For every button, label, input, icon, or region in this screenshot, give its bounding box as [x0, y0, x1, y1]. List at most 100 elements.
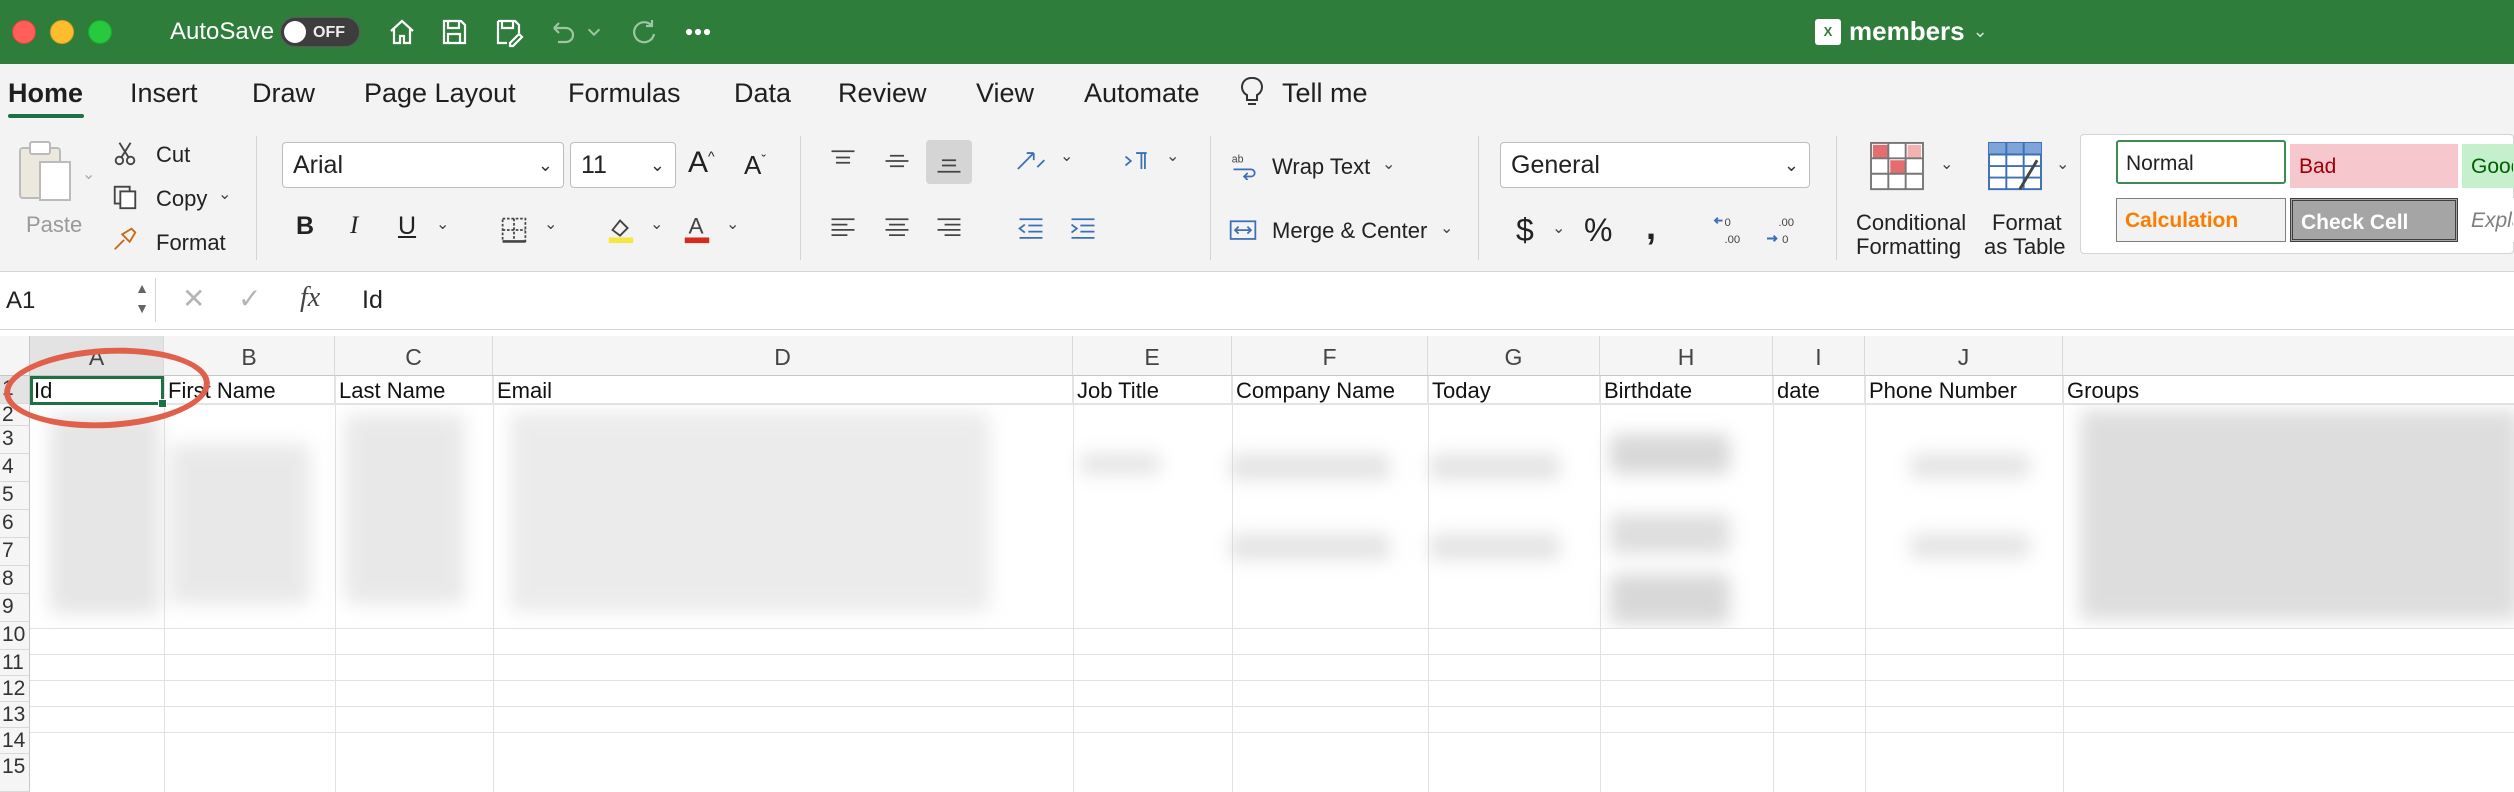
style-bad[interactable]: Bad [2290, 144, 2458, 188]
name-box-up-icon[interactable]: ▲ [135, 280, 149, 296]
confirm-edit-icon[interactable]: ✓ [238, 282, 261, 315]
tell-me-search[interactable]: Tell me [1282, 78, 1368, 109]
underline-dropdown-icon[interactable]: ⌄ [436, 214, 449, 234]
copy-icon[interactable] [110, 182, 140, 212]
row-header-4[interactable]: 4 [0, 454, 30, 482]
undo-icon[interactable] [544, 14, 580, 50]
row-header-8[interactable]: 8 [0, 566, 30, 594]
font-color-icon[interactable]: A [680, 212, 714, 246]
row-header-5[interactable]: 5 [0, 482, 30, 510]
paste-icon[interactable] [14, 138, 76, 204]
column-header-j[interactable]: J [1865, 336, 2063, 376]
row-header-7[interactable]: 7 [0, 538, 30, 566]
autosave-toggle[interactable]: OFF [280, 17, 360, 47]
text-direction-icon[interactable] [1120, 144, 1154, 178]
underline-button[interactable]: U [398, 212, 416, 241]
cell-d1[interactable]: Email [493, 376, 1073, 404]
column-header-k[interactable] [2063, 336, 2514, 376]
conditional-formatting-label-1[interactable]: Conditional [1856, 210, 1966, 236]
save-as-icon[interactable] [490, 14, 526, 50]
increase-decimal-icon[interactable]: 0.00 [1712, 212, 1752, 248]
format-painter-button[interactable]: Format [156, 230, 226, 256]
italic-button[interactable]: I [350, 212, 358, 240]
tab-page-layout[interactable]: Page Layout [364, 78, 516, 109]
tab-view[interactable]: View [976, 78, 1034, 109]
row-header-11[interactable]: 11 [0, 650, 30, 676]
decrease-font-size-icon[interactable]: Aˇ [744, 150, 766, 181]
font-size-dropdown[interactable]: 11 ⌄ [570, 142, 676, 188]
column-header-e[interactable]: E [1073, 336, 1232, 376]
borders-dropdown-icon[interactable]: ⌄ [544, 214, 557, 234]
tab-insert[interactable]: Insert [130, 78, 198, 109]
align-center-icon[interactable] [880, 212, 914, 246]
align-bottom-icon[interactable] [926, 140, 972, 184]
column-header-i[interactable]: I [1773, 336, 1865, 376]
increase-indent-icon[interactable] [1066, 212, 1100, 246]
font-color-dropdown-icon[interactable]: ⌄ [726, 214, 739, 234]
wrap-text-icon[interactable]: ab [1228, 148, 1262, 182]
save-icon[interactable] [436, 14, 472, 50]
row-header-6[interactable]: 6 [0, 510, 30, 538]
column-header-c[interactable]: C [335, 336, 493, 376]
tab-automate[interactable]: Automate [1084, 78, 1200, 109]
cell-k1[interactable]: Groups [2063, 376, 2514, 404]
style-explanatory[interactable]: Explanatory [2462, 198, 2514, 242]
percent-button[interactable]: % [1584, 212, 1612, 249]
cancel-edit-icon[interactable]: ✕ [182, 282, 205, 315]
align-right-icon[interactable] [932, 212, 966, 246]
more-options-icon[interactable] [680, 14, 716, 50]
wrap-text-dropdown-icon[interactable]: ⌄ [1382, 154, 1395, 174]
style-calculation[interactable]: Calculation [2116, 198, 2286, 242]
undo-dropdown-icon[interactable] [584, 14, 604, 50]
orientation-dropdown-icon[interactable]: ⌄ [1060, 146, 1073, 166]
align-middle-icon[interactable] [880, 144, 914, 178]
zoom-window-button[interactable] [88, 20, 112, 44]
tab-review[interactable]: Review [838, 78, 927, 109]
minimize-window-button[interactable] [50, 20, 74, 44]
decrease-decimal-icon[interactable]: .00 0 [1764, 212, 1804, 248]
close-window-button[interactable] [12, 20, 36, 44]
row-header-12[interactable]: 12 [0, 676, 30, 702]
style-check-cell[interactable]: Check Cell [2290, 198, 2458, 242]
orientation-icon[interactable] [1012, 144, 1052, 178]
style-good[interactable]: Good [2462, 144, 2514, 188]
borders-icon[interactable] [498, 214, 530, 246]
format-painter-icon[interactable] [110, 224, 140, 254]
copy-dropdown-icon[interactable]: ⌄ [218, 184, 231, 204]
number-format-dropdown[interactable]: General ⌄ [1500, 142, 1810, 188]
row-header-9[interactable]: 9 [0, 594, 30, 622]
row-header-14[interactable]: 14 [0, 728, 30, 754]
format-as-table-label-2[interactable]: as Table [1984, 234, 2066, 260]
cell-c1[interactable]: Last Name [335, 376, 493, 404]
cell-h1[interactable]: Birthdate [1600, 376, 1773, 404]
insert-function-icon[interactable]: fx [300, 282, 320, 314]
scissors-icon[interactable] [110, 138, 140, 168]
currency-dropdown-icon[interactable]: ⌄ [1552, 218, 1565, 238]
column-header-f[interactable]: F [1232, 336, 1428, 376]
align-left-icon[interactable] [826, 212, 860, 246]
format-as-table-dropdown-icon[interactable]: ⌄ [2056, 154, 2069, 174]
row-header-13[interactable]: 13 [0, 702, 30, 728]
align-top-icon[interactable] [826, 144, 860, 178]
tab-draw[interactable]: Draw [252, 78, 315, 109]
fill-color-icon[interactable] [604, 212, 638, 246]
copy-button[interactable]: Copy [156, 186, 207, 212]
cut-button[interactable]: Cut [156, 142, 190, 168]
column-header-h[interactable]: H [1600, 336, 1773, 376]
cell-j1[interactable]: Phone Number [1865, 376, 2063, 404]
font-name-dropdown[interactable]: Arial ⌄ [282, 142, 564, 188]
column-header-d[interactable]: D [493, 336, 1073, 376]
decrease-indent-icon[interactable] [1014, 212, 1048, 246]
row-header-3[interactable]: 3 [0, 426, 30, 454]
redo-icon[interactable] [626, 14, 662, 50]
cell-f1[interactable]: Company Name [1232, 376, 1428, 404]
name-box-down-icon[interactable]: ▼ [135, 300, 149, 316]
paste-dropdown-icon[interactable]: ⌄ [82, 164, 95, 184]
merge-center-icon[interactable] [1226, 214, 1260, 248]
cell-i1[interactable]: date [1773, 376, 1865, 404]
text-direction-dropdown-icon[interactable]: ⌄ [1166, 146, 1179, 166]
row-header-10[interactable]: 10 [0, 622, 30, 650]
style-normal[interactable]: Normal [2116, 140, 2286, 184]
conditional-formatting-icon[interactable] [1868, 140, 1926, 194]
increase-font-size-icon[interactable]: A^ [688, 146, 715, 180]
